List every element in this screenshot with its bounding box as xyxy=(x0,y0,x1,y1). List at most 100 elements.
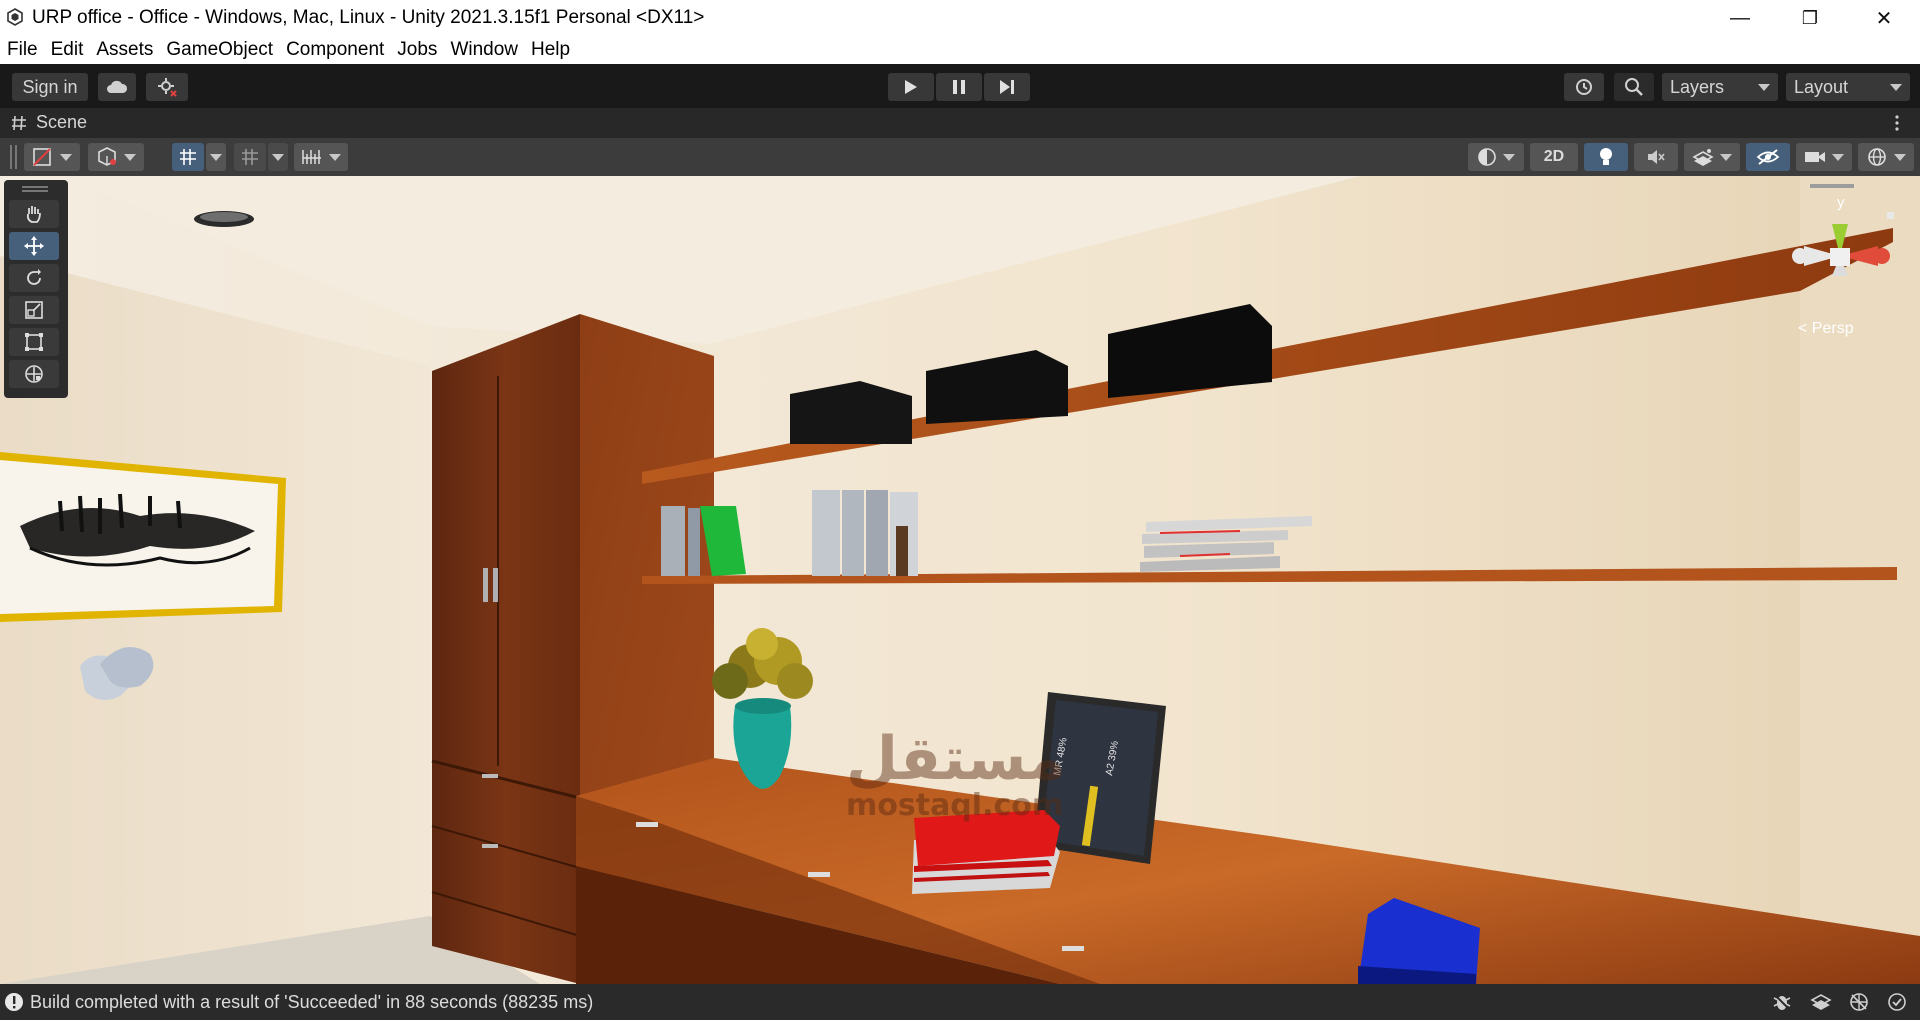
gizmo-globe-icon xyxy=(1868,148,1886,166)
increment-snap-icon xyxy=(242,149,258,165)
menu-edit[interactable]: Edit xyxy=(51,39,84,61)
collab-icon xyxy=(158,78,177,97)
panel-grip[interactable] xyxy=(22,186,48,188)
menu-bar: File Edit Assets GameObject Component Jo… xyxy=(0,36,1920,64)
history-icon xyxy=(1576,79,1592,95)
transform-icon xyxy=(25,365,43,383)
draw-mode-icon xyxy=(33,148,51,166)
rect-tool-button[interactable] xyxy=(9,328,59,356)
transform-tool-button[interactable] xyxy=(9,360,59,388)
increment-snap-button[interactable] xyxy=(234,143,266,171)
sphere-icon xyxy=(1478,148,1496,166)
search-icon xyxy=(1625,78,1643,96)
gizmos-button[interactable] xyxy=(1858,143,1914,171)
persp-label[interactable]: < Persp xyxy=(1798,320,1854,338)
eye-hidden-icon xyxy=(1756,149,1780,165)
scene-viewport[interactable]: MR 48% A2 39% مستقل mostaql.com y < Pers… xyxy=(0,176,1920,984)
close-button[interactable]: ✕ xyxy=(1850,0,1918,36)
history-button[interactable] xyxy=(1564,73,1604,101)
maximize-button[interactable]: ❐ xyxy=(1776,0,1844,36)
window-title: URP office - Office - Windows, Mac, Linu… xyxy=(32,7,705,28)
light-bulb-icon xyxy=(1600,148,1612,165)
orientation-gizmo[interactable]: y < Persp xyxy=(1760,176,1920,337)
status-message[interactable]: Build completed with a result of 'Succee… xyxy=(30,992,593,1013)
tab-scene[interactable]: Scene xyxy=(10,112,87,133)
tab-scene-label: Scene xyxy=(36,112,88,132)
chevron-down-icon xyxy=(1720,153,1732,161)
unity-logo-icon xyxy=(7,8,23,26)
search-button[interactable] xyxy=(1614,73,1654,101)
menu-component[interactable]: Component xyxy=(286,39,384,61)
drag-handle[interactable] xyxy=(10,145,17,169)
hidden-objects-toggle-button[interactable] xyxy=(1746,143,1790,171)
network-icon[interactable] xyxy=(1848,991,1870,1013)
scale-tool-button[interactable] xyxy=(9,296,59,324)
grid-snap-button[interactable] xyxy=(172,143,204,171)
move-tool-button[interactable] xyxy=(9,232,59,260)
ruler-icon xyxy=(302,150,321,164)
2d-toggle-button[interactable]: 2D xyxy=(1530,143,1578,171)
sign-in-button[interactable]: Sign in xyxy=(12,73,88,101)
render-mode-button[interactable] xyxy=(88,143,144,171)
chevron-down-icon xyxy=(272,153,284,161)
watermark-latin: mostaql.com xyxy=(846,788,1064,823)
cloud-button[interactable] xyxy=(98,73,136,101)
camera-settings-button[interactable] xyxy=(1796,143,1852,171)
scene-tab-bar: Scene xyxy=(0,108,1920,138)
chevron-down-icon xyxy=(1758,84,1770,91)
chevron-down-icon xyxy=(60,153,72,161)
lighting-toggle-button[interactable] xyxy=(1584,143,1628,171)
layout-label: Layout xyxy=(1794,76,1849,97)
scene-render: MR 48% A2 39% xyxy=(0,176,1920,984)
scene-tools-panel xyxy=(4,180,68,398)
hand-tool-button[interactable] xyxy=(9,200,59,228)
pause-icon xyxy=(953,80,965,94)
shading-mode-button[interactable] xyxy=(1468,143,1524,171)
step-icon xyxy=(1000,80,1014,94)
ruler-snap-button[interactable] xyxy=(294,143,348,171)
layout-dropdown[interactable]: Layout xyxy=(1786,73,1910,101)
cloud-icon xyxy=(107,80,128,93)
chevron-down-icon xyxy=(124,153,136,161)
effects-toggle-button[interactable] xyxy=(1684,143,1740,171)
check-circle-icon[interactable] xyxy=(1886,991,1908,1013)
menu-window[interactable]: Window xyxy=(450,39,518,61)
chevron-down-icon xyxy=(1890,84,1902,91)
pause-button[interactable] xyxy=(936,73,982,101)
chevron-down-icon xyxy=(1832,153,1844,161)
draw-mode-button[interactable] xyxy=(24,143,80,171)
cube-icon xyxy=(98,147,116,166)
move-icon xyxy=(24,236,44,256)
effects-icon xyxy=(1692,149,1714,166)
tab-options-button[interactable] xyxy=(1894,114,1900,137)
grid-snap-dropdown[interactable] xyxy=(206,143,226,171)
menu-jobs[interactable]: Jobs xyxy=(397,39,437,61)
play-button[interactable] xyxy=(888,73,934,101)
layers-dropdown[interactable]: Layers xyxy=(1662,73,1778,101)
audio-toggle-button[interactable] xyxy=(1634,143,1678,171)
menu-file[interactable]: File xyxy=(7,39,38,61)
rect-icon xyxy=(25,333,43,351)
layers-label: Layers xyxy=(1670,76,1725,97)
menu-gameobject[interactable]: GameObject xyxy=(166,39,273,61)
minimize-button[interactable]: — xyxy=(1706,0,1774,36)
chevron-down-icon xyxy=(329,153,341,161)
rotate-icon xyxy=(27,269,41,285)
step-button[interactable] xyxy=(984,73,1030,101)
menu-assets[interactable]: Assets xyxy=(96,39,153,61)
menu-help[interactable]: Help xyxy=(531,39,570,61)
rotate-tool-button[interactable] xyxy=(9,264,59,292)
info-icon xyxy=(5,993,23,1011)
axis-y-label: y xyxy=(1837,194,1845,211)
hand-icon xyxy=(26,206,41,223)
chevron-down-icon xyxy=(210,153,222,161)
title-bar: URP office - Office - Windows, Mac, Linu… xyxy=(0,0,1920,36)
camera-icon xyxy=(1805,152,1825,162)
layers-status-icon[interactable] xyxy=(1810,992,1832,1012)
increment-snap-dropdown[interactable] xyxy=(268,143,288,171)
watermark-arabic: مستقل xyxy=(846,724,1066,794)
scene-view-toolbar: 2D xyxy=(0,138,1920,177)
collab-button[interactable] xyxy=(146,73,188,101)
more-vertical-icon xyxy=(1895,115,1899,131)
bug-icon[interactable] xyxy=(1772,992,1792,1012)
